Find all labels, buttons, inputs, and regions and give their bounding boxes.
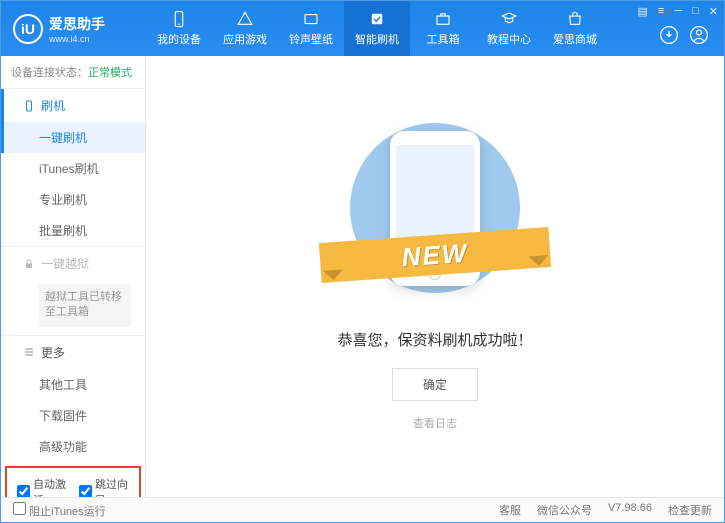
jailbreak-notice: 越狱工具已转移至工具箱	[39, 284, 131, 327]
sidebar-item-itunes[interactable]: iTunes刷机	[1, 153, 145, 184]
sidebar-head-jailbreak[interactable]: 一键越狱	[1, 247, 145, 280]
minimize-icon[interactable]: ─	[674, 5, 682, 18]
footer-service[interactable]: 客服	[499, 502, 521, 518]
app-url: www.i4.cn	[49, 34, 105, 44]
tab-mydevice[interactable]: 我的设备	[146, 1, 212, 56]
success-illustration: NEW	[330, 123, 540, 303]
tab-store[interactable]: 爱思商城	[542, 1, 608, 56]
sidebar-head-flash[interactable]: 刷机	[1, 89, 145, 122]
window-controls: ▤ ≡ ─ □ ✕	[638, 5, 719, 18]
sidebar-item-batch[interactable]: 批量刷机	[1, 215, 145, 246]
connection-status: 设备连接状态：正常模式	[1, 56, 145, 88]
main-panel: NEW 恭喜您，保资料刷机成功啦！ 确定 查看日志	[146, 56, 724, 497]
footer-version: V7.98.66	[608, 502, 652, 518]
tab-toolbox[interactable]: 工具箱	[410, 1, 476, 56]
footer-update[interactable]: 检查更新	[668, 502, 712, 518]
options-checkboxes: 自动激活 跳过向导	[5, 466, 141, 497]
status-bar: 阻止iTunes运行 客服 微信公众号 V7.98.66 检查更新	[1, 497, 724, 522]
download-icon[interactable]	[659, 25, 679, 45]
sidebar-head-more[interactable]: 更多	[1, 336, 145, 369]
view-log-link[interactable]: 查看日志	[413, 415, 457, 431]
tab-apps[interactable]: 应用游戏	[212, 1, 278, 56]
nav-tabs: 我的设备 应用游戏 铃声壁纸 智能刷机 工具箱 教程中心 爱思商城	[146, 1, 608, 56]
sidebar: 设备连接状态：正常模式 刷机 一键刷机 iTunes刷机 专业刷机 批量刷机 一…	[1, 56, 146, 497]
success-message: 恭喜您，保资料刷机成功啦！	[337, 329, 532, 350]
user-icon[interactable]	[689, 25, 709, 45]
sidebar-item-oneclick[interactable]: 一键刷机	[1, 122, 145, 153]
checkbox-blockitunes[interactable]: 阻止iTunes运行	[13, 502, 106, 519]
checkbox-autoactivate[interactable]: 自动激活	[17, 476, 67, 497]
tab-ringtones[interactable]: 铃声壁纸	[278, 1, 344, 56]
sidebar-item-other[interactable]: 其他工具	[1, 369, 145, 400]
sidebar-item-pro[interactable]: 专业刷机	[1, 184, 145, 215]
tab-tutorials[interactable]: 教程中心	[476, 1, 542, 56]
maximize-icon[interactable]: □	[692, 5, 699, 18]
confirm-button[interactable]: 确定	[392, 368, 478, 401]
ribbon-text: NEW	[401, 237, 470, 273]
checkbox-skipguide[interactable]: 跳过向导	[79, 476, 129, 497]
close-icon[interactable]: ✕	[709, 5, 718, 18]
tab-flash[interactable]: 智能刷机	[344, 1, 410, 56]
footer-wechat[interactable]: 微信公众号	[537, 502, 592, 518]
app-title: 爱思助手	[49, 14, 105, 34]
logo-icon: iU	[13, 14, 43, 44]
user-area	[659, 25, 709, 45]
app-logo: iU 爱思助手 www.i4.cn	[1, 14, 146, 44]
pin-icon[interactable]: ≡	[658, 5, 664, 18]
menu-icon[interactable]: ▤	[638, 5, 648, 18]
sidebar-item-advanced[interactable]: 高级功能	[1, 431, 145, 462]
sidebar-item-download[interactable]: 下载固件	[1, 400, 145, 431]
title-bar: iU 爱思助手 www.i4.cn 我的设备 应用游戏 铃声壁纸 智能刷机 工具…	[1, 1, 724, 56]
